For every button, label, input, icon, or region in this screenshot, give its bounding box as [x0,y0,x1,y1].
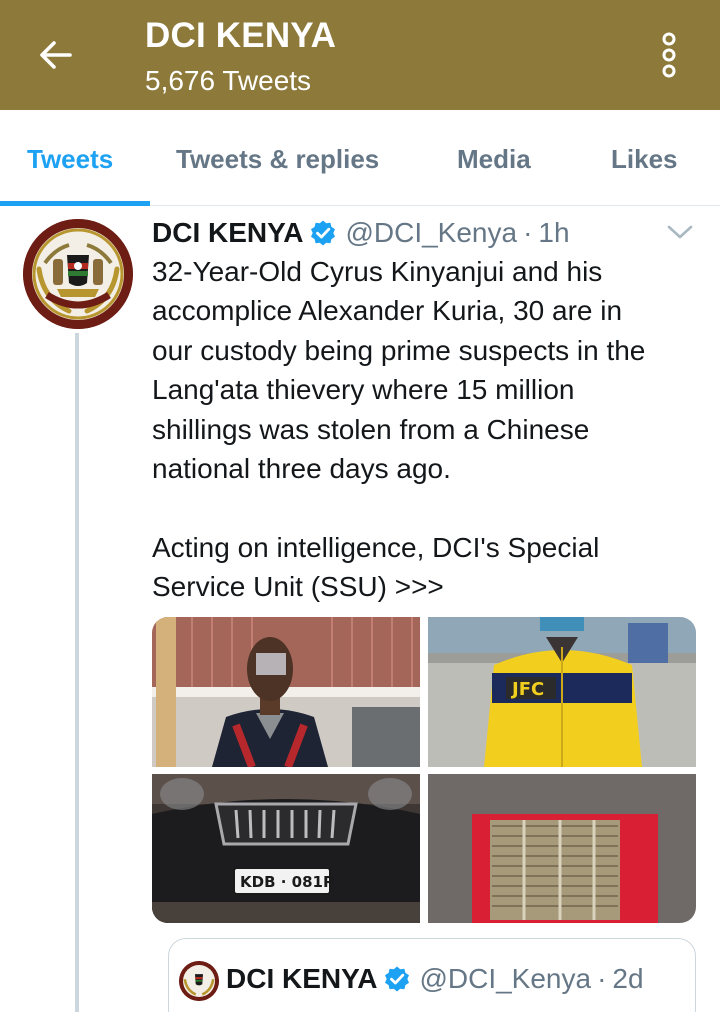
tweet-text-line: accomplice Alexander Kuria, 30 are in [152,295,623,327]
chevron-down-icon[interactable] [666,222,694,242]
verified-badge-icon [385,966,410,992]
quoted-tweet-header: DCI KENYA @DCI_Kenya · 2d [226,959,644,999]
author-handle[interactable]: @DCI_Kenya [345,217,517,249]
quoted-author-name[interactable]: DCI KENYA [226,963,377,995]
separator-dot: · [523,217,533,248]
tweet-text-line: shillings was stolen from a Chinese [152,413,590,445]
active-tab-indicator [0,201,150,206]
back-arrow-icon[interactable] [34,33,78,77]
tweet-text-line [152,488,700,527]
police-emblem-logo [23,219,133,329]
shirt-text: JFC [510,679,544,700]
tweet-text-line: our custody being prime suspects in the [152,334,646,366]
tweet-text: 32-Year-Old Cyrus Kinyanjui and his acco… [152,252,700,607]
profile-title: DCI KENYA [145,16,337,55]
tab-tweets-and-replies[interactable]: Tweets & replies [176,144,379,175]
author-name[interactable]: DCI KENYA [152,217,303,249]
media-photo-suspect-2[interactable]: JFC [428,617,696,767]
separator-dot: · [597,963,607,994]
tweet-media-grid: JFC KDB · 081P [152,617,696,923]
verified-badge-icon [311,220,336,246]
media-photo-money[interactable] [428,774,696,923]
avatar[interactable] [179,961,219,1001]
car-image: KDB · 081P [152,774,420,923]
profile-tabs: Tweets Tweets & replies Media Likes [0,110,720,206]
tweet-text-line: Lang'ata thievery where 15 million [152,374,575,406]
quoted-tweet-card[interactable]: DCI KENYA @DCI_Kenya · 2d [168,938,696,1012]
tweet-header: DCI KENYA @DCI_Kenya · 1h [152,214,570,252]
police-emblem-logo [179,961,219,1001]
tweet-time[interactable]: 1h [538,217,569,249]
tweet-text-line: national three days ago. [152,453,451,485]
plate-text: KDB · 081P [240,873,334,891]
suspect-2-image: JFC [428,617,696,767]
media-photo-car[interactable]: KDB · 081P [152,774,420,923]
tweet-count: 5,676 Tweets [145,65,312,96]
tweet-text-line: Acting on intelligence, DCI's Special [152,531,600,563]
tweet-text-line: Service Unit (SSU) >>> [152,571,444,603]
avatar[interactable] [23,219,133,329]
tab-tweets[interactable]: Tweets [27,144,113,175]
tweet-text-line: 32-Year-Old Cyrus Kinyanjui and his [152,256,603,287]
suspect-1-image [152,617,420,767]
tab-likes[interactable]: Likes [611,144,678,175]
media-photo-suspect-1[interactable] [152,617,420,767]
quoted-author-handle[interactable]: @DCI_Kenya [419,963,591,995]
money-image [428,774,696,923]
quoted-tweet-time[interactable]: 2d [612,963,643,995]
profile-header: DCI KENYA 5,676 Tweets [0,0,720,110]
more-options-icon[interactable] [652,30,686,80]
tab-media[interactable]: Media [457,144,531,175]
thread-connector-line [75,333,79,1012]
